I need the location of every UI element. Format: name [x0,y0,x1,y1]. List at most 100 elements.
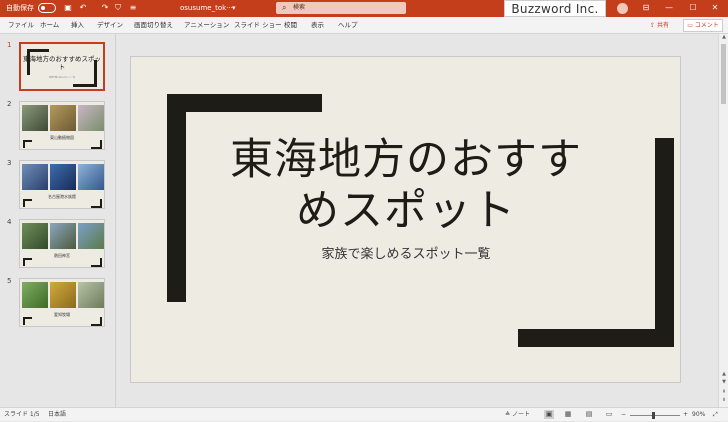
thumbnail-subtitle: 家族で楽しめるスポット一覧 [48,77,75,79]
vertical-scrollbar[interactable]: ▲ ▲ ▼ ⇞ ⇟ [718,34,728,407]
photo-shrine-path [22,223,48,249]
scroll-up-icon[interactable]: ▲ [719,371,728,377]
file-dropdown-icon[interactable]: ▾ [232,2,236,14]
scroll-thumb[interactable] [721,44,726,104]
user-avatar[interactable] [617,3,628,14]
scroll-up-icon[interactable]: ▲ [719,34,728,40]
slide-editor: 東海地方のおすす めスポット 家族で楽しめるスポット一覧 [117,34,718,407]
save-icon[interactable]: ▣ [62,2,74,14]
status-bar: スライド 1/5 日本語 ≙ ノート ▣ ▦ ▤ ▭ − + 90% ⤢ [0,407,728,421]
photo-gorilla [22,105,48,131]
slide-thumbnail-1[interactable]: 東海地方のおすすめスポット 家族で楽しめるスポット一覧 [19,42,105,91]
bracket-shape [73,84,97,87]
photo-aquarium [22,164,48,190]
slide-thumbnail-3[interactable]: 名古屋港水族館 [19,160,105,209]
autosave-toggle[interactable] [38,3,56,13]
thumbnail-caption: 名古屋港水族館 [48,194,76,199]
normal-view-icon[interactable]: ▣ [544,410,554,419]
tab-insert[interactable]: 挿入 [71,17,84,34]
tab-file[interactable]: ファイル [8,17,34,34]
slide-thumbnail-pane: 1 東海地方のおすすめスポット 家族で楽しめるスポット一覧 2 東山動植物園 3… [0,34,116,407]
current-slide[interactable]: 東海地方のおすす めスポット 家族で楽しめるスポット一覧 [130,56,681,383]
search-box[interactable]: ⌕ 検索 [276,2,406,14]
bracket-right-bottom [518,329,674,347]
thumbnail-title: 東海地方のおすすめスポット [23,55,101,71]
close-button[interactable]: ✕ [706,2,724,14]
thumbnail-number: 2 [7,100,12,108]
photo-lion [50,105,76,131]
thumbnail-number: 4 [7,218,12,226]
slideshow-view-icon[interactable]: ▭ [604,410,614,419]
thumbnail-number: 1 [7,41,12,49]
share-button[interactable]: ⇪ 共有 [650,20,669,31]
present-icon[interactable]: ⛉ [112,2,124,14]
thumbnail-caption: 愛知牧場 [54,312,70,317]
next-slide-icon[interactable]: ⇟ [719,397,728,403]
redo-icon[interactable]: ↷ [99,2,111,14]
tab-animations[interactable]: アニメーション [184,17,229,34]
comment-label: コメント [694,22,719,29]
tab-view[interactable]: 表示 [311,17,324,34]
tab-transitions[interactable]: 画面切り替え [134,17,173,34]
photo-garden [78,105,104,131]
slide-thumbnail-2[interactable]: 東山動植物園 [19,101,105,150]
thumbnail-number: 3 [7,159,12,167]
reading-view-icon[interactable]: ▤ [584,410,594,419]
zoom-slider[interactable] [630,415,680,416]
photo-shrine-hall [50,223,76,249]
comment-button[interactable]: ▭ コメント [683,19,723,32]
photo-sunflowers [50,282,76,308]
share-label: 共有 [656,22,669,29]
file-name[interactable]: osusume_tok··· [180,2,233,14]
thumbnail-caption: 東山動植物園 [50,135,74,140]
prev-slide-icon[interactable]: ⇞ [719,389,728,395]
slide-thumbnail-4[interactable]: 熱田神宮 [19,219,105,268]
slide-title-line: めスポット [296,186,516,236]
photo-tank [50,164,76,190]
bracket-shape [91,324,102,326]
title-bar: 自動保存 ▣ ↶ ↷ ⛉ ≡ osusume_tok··· ▾ ⌕ 検索 Buz… [0,0,728,17]
slide-title[interactable]: 東海地方のおすす めスポット [191,135,621,237]
maximize-button[interactable]: ☐ [684,2,702,14]
fit-to-window-icon[interactable]: ⤢ [713,408,718,422]
bracket-right [655,138,674,347]
ribbon-display-icon[interactable]: ⊟ [637,2,655,14]
notes-icon: ≙ [505,411,511,418]
slide-title-line: 東海地方のおすす [230,135,582,185]
zoom-out-button[interactable]: − [621,408,626,422]
notes-button[interactable]: ≙ ノート [505,408,530,422]
notes-label: ノート [511,411,530,418]
scroll-down-icon[interactable]: ▼ [719,379,728,385]
comment-icon: ▭ [687,22,693,29]
zoom-level[interactable]: 90% [692,408,705,422]
photo-shrine-gate [78,223,104,249]
slide-thumbnail-5[interactable]: 愛知牧場 [19,278,105,327]
thumbnail-number: 5 [7,277,12,285]
bracket-shape [27,49,49,52]
search-icon: ⌕ [282,3,287,12]
brand-label: Buzzword Inc. [504,0,606,17]
slide-subtitle[interactable]: 家族で楽しめるスポット一覧 [231,247,581,263]
photo-goats [78,282,104,308]
photo-farm [22,282,48,308]
bracket-shape [91,265,102,267]
autosave-label: 自動保存 [6,4,34,12]
zoom-in-button[interactable]: + [683,408,688,422]
minimize-button[interactable]: — [660,2,678,14]
bracket-left-top [167,94,322,112]
thumbnail-caption: 熱田神宮 [54,253,70,258]
customize-qat-icon[interactable]: ≡ [127,2,139,14]
tab-home[interactable]: ホーム [40,17,59,34]
tab-slideshow[interactable]: スライド ショー [234,17,282,34]
share-icon: ⇪ [650,22,656,29]
photo-orca [78,164,104,190]
zoom-slider-knob[interactable] [652,412,655,419]
tab-review[interactable]: 校閲 [284,17,297,34]
language-indicator[interactable]: 日本語 [48,408,66,422]
undo-icon[interactable]: ↶ [77,2,89,14]
bracket-shape [91,147,102,149]
slide-counter: スライド 1/5 [4,411,40,418]
slide-sorter-icon[interactable]: ▦ [563,410,573,419]
tab-help[interactable]: ヘルプ [338,17,358,34]
tab-design[interactable]: デザイン [97,17,123,34]
